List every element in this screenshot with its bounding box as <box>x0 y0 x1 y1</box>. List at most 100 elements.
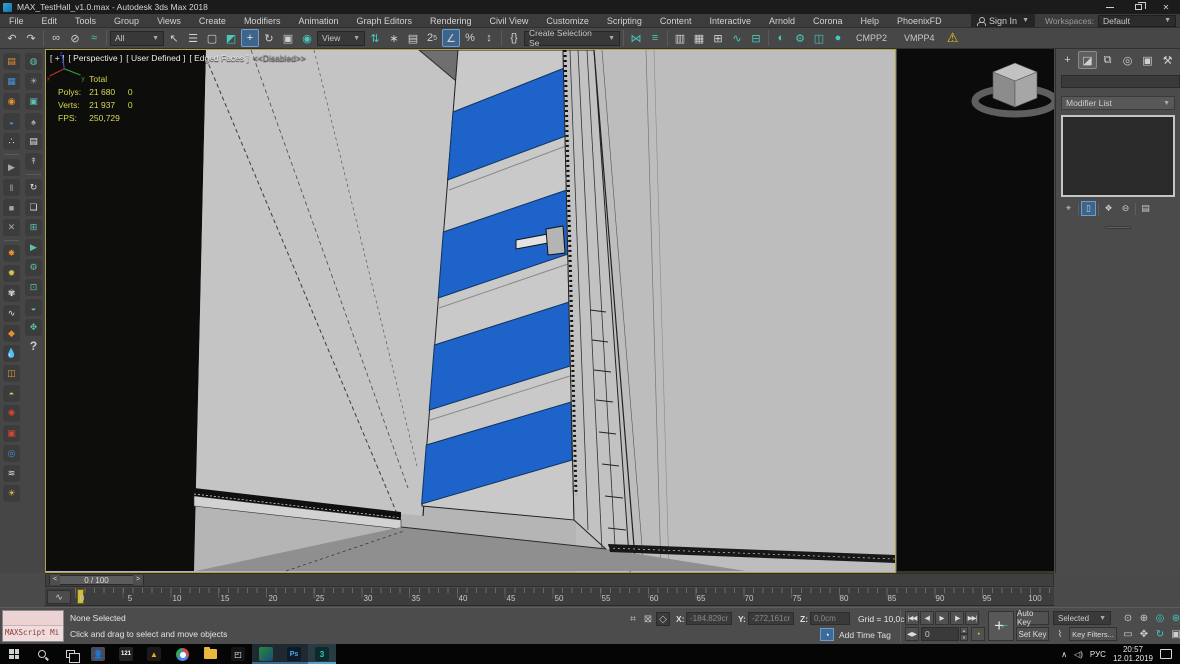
next-frame-button[interactable]: |▶ <box>950 611 964 625</box>
workspace-dropdown[interactable]: Default ▼ <box>1098 15 1176 27</box>
maxscript-mini-listener[interactable]: MAXScript Mi <box>2 610 64 642</box>
viewport-user-menu[interactable]: [ User Defined ] <box>126 53 185 63</box>
custom-script-button-cmpp2[interactable]: CMPP2 <box>848 33 895 43</box>
panel-splitter[interactable] <box>1056 224 1180 230</box>
delete-sim-icon[interactable]: ✕ <box>3 219 20 236</box>
viewport-shading-menu[interactable]: [ Edged Faces ] <box>189 53 249 63</box>
bind-to-spacewarp-icon[interactable]: ≈ <box>85 29 103 47</box>
default-tangent-icon[interactable]: ⌇ <box>1053 627 1067 641</box>
menu-content[interactable]: Content <box>651 14 701 28</box>
layer-explorer-icon[interactable]: ▦ <box>690 29 708 47</box>
liquid-container-icon[interactable]: ▤ <box>3 53 20 70</box>
object-name-field[interactable] <box>1061 75 1180 88</box>
pin-stack-icon[interactable]: ⌖ <box>1061 201 1076 216</box>
play-button[interactable]: ▶ <box>935 611 949 625</box>
add-time-tag[interactable]: Add Time Tag <box>839 630 891 640</box>
zoom-icon[interactable]: ⊙ <box>1121 611 1135 625</box>
window-crossing-icon[interactable]: ◩ <box>222 29 240 47</box>
trees-icon[interactable]: ♠ <box>25 113 42 130</box>
zoom-extents-all-icon[interactable]: ⊛ <box>1169 611 1180 625</box>
undo-icon[interactable]: ↶ <box>3 29 21 47</box>
select-and-place-icon[interactable]: ◉ <box>298 29 316 47</box>
remove-modifier-icon[interactable]: ⊖ <box>1118 201 1133 216</box>
start-button[interactable] <box>0 644 28 664</box>
search-icon[interactable] <box>28 644 56 664</box>
volume-icon[interactable]: ◁) <box>1074 650 1083 659</box>
island-preset-icon[interactable]: ◓ <box>3 385 20 402</box>
snaps-toggle-icon[interactable]: 25 <box>423 29 441 47</box>
menu-phoenixfd[interactable]: PhoenixFD <box>888 14 951 28</box>
spinner-snap-icon[interactable]: ↕ <box>480 29 498 47</box>
key-filters-button[interactable]: Key Filters... <box>1069 627 1117 641</box>
previous-frame-arrow[interactable]: < <box>50 575 60 585</box>
tree-icon[interactable]: ↟ <box>25 153 42 170</box>
menu-modifiers[interactable]: Modifiers <box>235 14 290 28</box>
time-slider-track[interactable]: < 0 / 100 > <box>45 573 1054 587</box>
autodesk-app-icon[interactable]: ▲ <box>140 644 168 664</box>
water-drop-preset-icon[interactable]: 💧 <box>3 345 20 362</box>
menu-edit[interactable]: Edit <box>33 14 67 28</box>
select-and-move-icon[interactable]: + <box>241 29 259 47</box>
select-object-icon[interactable]: ↖ <box>165 29 183 47</box>
orbit-arrow-icon[interactable]: ↻ <box>25 179 42 196</box>
pause-sim-icon[interactable]: ‖ <box>3 179 20 196</box>
menu-civil-view[interactable]: Civil View <box>481 14 538 28</box>
maximize-viewport-icon[interactable]: ▣ <box>1169 627 1180 641</box>
selection-set-filter-dropdown[interactable]: Selected ▼ <box>1053 611 1111 625</box>
menu-rendering[interactable]: Rendering <box>421 14 481 28</box>
make-unique-icon[interactable]: ❖ <box>1101 201 1116 216</box>
show-end-result-icon[interactable]: ▯ <box>1081 201 1096 216</box>
chrome-icon[interactable] <box>168 644 196 664</box>
previous-frame-button[interactable]: ◀| <box>920 611 934 625</box>
stop-sim-icon[interactable]: ■ <box>3 199 20 216</box>
beach-preset-icon[interactable]: ☀ <box>3 485 20 502</box>
restore-button[interactable] <box>1124 0 1152 14</box>
lava-drop-preset-icon[interactable]: ◆ <box>3 325 20 342</box>
node-icon[interactable]: ✥ <box>25 319 42 336</box>
warning-icon[interactable]: ⚠ <box>944 29 962 47</box>
menu-create[interactable]: Create <box>190 14 235 28</box>
task-view-icon[interactable] <box>56 644 84 664</box>
ref-coord-dropdown[interactable]: View▼ <box>317 31 365 46</box>
redo-icon[interactable]: ↷ <box>22 29 40 47</box>
red-burst-preset-icon[interactable]: ✺ <box>3 405 20 422</box>
set-key-button[interactable]: Set Key <box>1016 627 1049 641</box>
teapot-icon[interactable]: ◒ <box>25 299 42 316</box>
play-sim-icon[interactable]: ▶ <box>3 159 20 176</box>
orbit-icon[interactable]: ↻ <box>1153 627 1167 641</box>
grid-container-icon[interactable]: ▦ <box>3 73 20 90</box>
menu-arnold[interactable]: Arnold <box>760 14 804 28</box>
menu-help[interactable]: Help <box>852 14 889 28</box>
current-frame-field[interactable] <box>921 627 959 641</box>
selection-filter-dropdown[interactable]: All▼ <box>110 31 164 46</box>
camera-icon[interactable]: ▣ <box>25 93 42 110</box>
schematic-view-icon[interactable]: ⊟ <box>747 29 765 47</box>
pan-icon[interactable]: ✥ <box>1137 627 1151 641</box>
z-coordinate-field[interactable] <box>810 612 850 625</box>
rect-selection-region-icon[interactable]: ▢ <box>203 29 221 47</box>
key-mode-toggle[interactable]: ◀▶ <box>905 627 919 641</box>
set-keys-button[interactable]: +⌐ <box>988 611 1014 641</box>
light-bulb-icon[interactable]: ◍ <box>25 53 42 70</box>
perspective-viewport[interactable]: [ + ] [ Perspective ] [ User Defined ] [… <box>45 49 896 573</box>
media-player-app-icon[interactable]: 121 <box>112 644 140 664</box>
notification-center-icon[interactable] <box>1160 649 1172 659</box>
people-app-icon[interactable]: 👤 <box>84 644 112 664</box>
secondary-viewport[interactable] <box>897 49 1054 573</box>
zoom-all-icon[interactable]: ⊕ <box>1137 611 1151 625</box>
next-frame-arrow[interactable]: > <box>133 575 143 585</box>
burst-preset-icon[interactable]: ✹ <box>3 265 20 282</box>
photoshop-icon[interactable]: Ps <box>280 644 308 664</box>
whirlpool-preset-icon[interactable]: ◎ <box>3 445 20 462</box>
auto-key-button[interactable]: Auto Key <box>1016 611 1049 625</box>
tab-create[interactable]: + <box>1058 51 1077 69</box>
modifier-stack[interactable] <box>1061 115 1175 197</box>
sun-icon[interactable]: ☀ <box>25 73 42 90</box>
gears-icon[interactable]: ⚙ <box>25 259 42 276</box>
select-and-manipulate-icon[interactable]: ∗ <box>385 29 403 47</box>
time-slider[interactable]: < 0 / 100 > <box>49 575 144 585</box>
use-pivot-center-icon[interactable]: ⇅ <box>366 29 384 47</box>
time-configuration-icon[interactable]: ◔ <box>971 627 985 641</box>
app-f-icon[interactable]: ◰ <box>224 644 252 664</box>
hidden-icons-chevron[interactable]: ∧ <box>1061 650 1067 659</box>
